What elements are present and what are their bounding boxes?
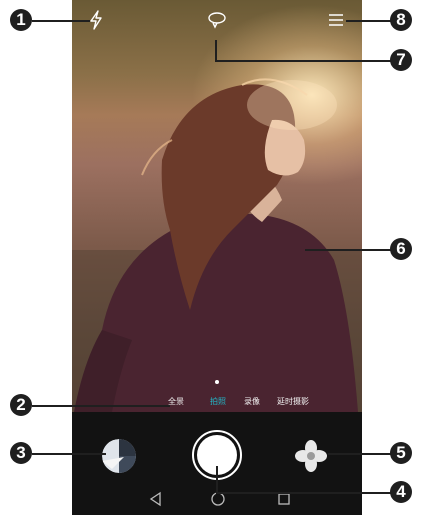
camera-mode-selector: 全景 拍照 录像 延时摄影 <box>72 380 362 412</box>
callout-7: 7 <box>390 49 412 71</box>
mode-timelapse[interactable]: 延时摄影 <box>277 396 309 407</box>
leader-line-6 <box>305 249 392 251</box>
menu-icon[interactable] <box>324 8 348 32</box>
callout-4: 4 <box>390 481 412 503</box>
callout-3: 3 <box>10 442 32 464</box>
back-triangle-icon[interactable] <box>147 490 165 508</box>
callout-5: 5 <box>390 442 412 464</box>
camera-top-bar <box>72 0 362 40</box>
leader-line-3 <box>32 453 106 455</box>
mode-panorama[interactable]: 全景 <box>168 396 184 407</box>
callout-6: 6 <box>390 238 412 260</box>
callout-1: 1 <box>10 9 32 31</box>
leader-line-1 <box>32 20 90 22</box>
switch-camera-icon[interactable] <box>205 8 229 32</box>
gallery-thumbnail[interactable] <box>102 439 136 473</box>
leader-line-5 <box>328 453 392 455</box>
mode-photo[interactable]: 拍照 <box>210 396 226 407</box>
filter-flower-icon[interactable] <box>294 439 328 473</box>
camera-screen: 全景 拍照 录像 延时摄影 <box>72 0 362 515</box>
leader-line-2 <box>32 405 170 407</box>
camera-controls <box>72 412 362 515</box>
mode-indicator-dot <box>215 380 219 384</box>
leader-line-4b <box>216 492 392 494</box>
callout-2: 2 <box>10 394 32 416</box>
callout-8: 8 <box>390 9 412 31</box>
leader-line-8 <box>346 20 392 22</box>
leader-line-4a <box>216 466 218 492</box>
leader-line-7b <box>215 60 392 62</box>
mode-video[interactable]: 录像 <box>244 396 260 407</box>
leader-line-7a <box>215 40 217 60</box>
